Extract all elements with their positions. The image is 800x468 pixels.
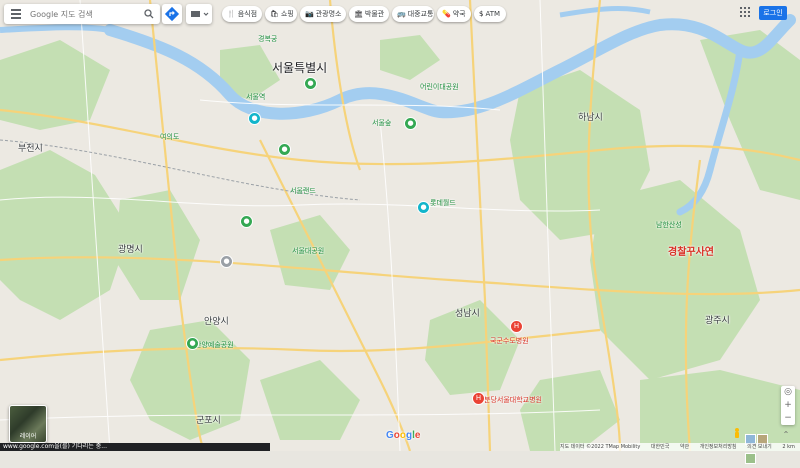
pin-gray-1[interactable]: ● xyxy=(220,255,233,268)
search-icon[interactable] xyxy=(144,9,154,19)
pin-teal-2[interactable]: ● xyxy=(248,112,261,125)
park-icon: ● xyxy=(281,145,288,153)
google-logo: Google xyxy=(386,430,421,441)
scale-label[interactable]: 2 km xyxy=(782,444,795,450)
feedback-link[interactable]: 의견 보내기 xyxy=(747,444,772,450)
pharmacy-icon: 💊 xyxy=(442,10,451,18)
layer-thumb-icon xyxy=(745,453,756,464)
pegman-icon[interactable] xyxy=(733,428,741,440)
map-type-icon xyxy=(191,11,209,17)
privacy-link[interactable]: 개인정보처리방침 xyxy=(700,444,737,450)
layers-toggle-button[interactable]: 레이어 xyxy=(9,405,47,443)
chip-label: 박물관 xyxy=(364,10,385,18)
attribution-bar: 지도 데이터 ©2022 TMap Mobility 대한민국 약관 개인정보처… xyxy=(560,443,800,451)
chip-restaurants[interactable]: 🍴 음식점 xyxy=(222,6,262,22)
directions-icon xyxy=(164,6,180,22)
pin-green-4[interactable]: ● xyxy=(186,337,199,350)
apps-grid-icon[interactable] xyxy=(740,7,750,17)
map-type-button[interactable] xyxy=(186,4,212,24)
my-location-icon[interactable]: ◎ xyxy=(781,386,795,399)
chip-transit[interactable]: 🚌 대중교통 xyxy=(392,6,434,22)
pin-green-2[interactable]: ● xyxy=(404,117,417,130)
directions-button[interactable] xyxy=(162,4,182,24)
pin-green-5[interactable]: ● xyxy=(240,215,253,228)
chip-pharmacy[interactable]: 💊 약국 xyxy=(437,6,471,22)
pin-green-3[interactable]: ● xyxy=(278,143,291,156)
search-input[interactable] xyxy=(30,7,138,21)
expand-icon[interactable]: ⌃ xyxy=(781,430,791,440)
pin-red-hospital-2[interactable]: H xyxy=(472,392,485,405)
chip-label: 약국 xyxy=(452,10,466,18)
zoom-out-button[interactable]: − xyxy=(781,412,795,425)
chip-atm[interactable]: $ ATM xyxy=(474,6,506,22)
login-button[interactable]: 로그인 xyxy=(759,6,787,20)
layers-label: 레이어 xyxy=(19,433,37,440)
loading-status: www.google.com을(를) 기다리는 중... xyxy=(0,443,270,451)
pin-red-hospital[interactable]: H xyxy=(510,320,523,333)
layer-thumbnails[interactable] xyxy=(745,430,777,464)
attraction-icon: ● xyxy=(251,114,258,122)
chip-label: 쇼핑 xyxy=(280,10,294,18)
chip-label: 음식점 xyxy=(237,10,258,18)
attraction-icon: ● xyxy=(420,203,427,211)
bus-icon: 🚌 xyxy=(397,10,406,18)
chip-shopping[interactable]: 🛍 쇼핑 xyxy=(265,6,297,22)
camera-icon: 📷 xyxy=(305,10,314,18)
restaurant-icon: 🍴 xyxy=(227,10,236,18)
map-controls: ◎ + − xyxy=(781,386,795,425)
park-icon: ● xyxy=(189,339,196,347)
menu-icon[interactable] xyxy=(11,9,21,19)
map-canvas[interactable] xyxy=(0,0,800,451)
park-icon: ● xyxy=(243,217,250,225)
park-icon: ● xyxy=(407,119,414,127)
chip-label: ATM xyxy=(485,10,501,18)
region-link[interactable]: 대한민국 xyxy=(651,444,669,450)
chip-attractions[interactable]: 📷 관광명소 xyxy=(300,6,346,22)
pin-green-1[interactable]: ● xyxy=(304,77,317,90)
place-icon: ● xyxy=(223,257,230,265)
park-icon: ● xyxy=(307,79,314,87)
museum-icon: 🏛 xyxy=(354,10,363,18)
atm-icon: $ xyxy=(479,10,484,18)
attribution-text: 지도 데이터 ©2022 TMap Mobility xyxy=(560,444,641,450)
search-box xyxy=(4,4,160,24)
hospital-icon: H xyxy=(513,322,520,330)
hospital-icon: H xyxy=(475,394,482,402)
chip-label: 관광명소 xyxy=(315,10,342,18)
chip-museums[interactable]: 🏛 박물관 xyxy=(349,6,389,22)
terms-link[interactable]: 약관 xyxy=(680,444,689,450)
zoom-in-button[interactable]: + xyxy=(781,399,795,412)
chip-label: 대중교통 xyxy=(407,10,434,18)
pin-teal-1[interactable]: ● xyxy=(417,201,430,214)
shopping-icon: 🛍 xyxy=(270,10,279,18)
